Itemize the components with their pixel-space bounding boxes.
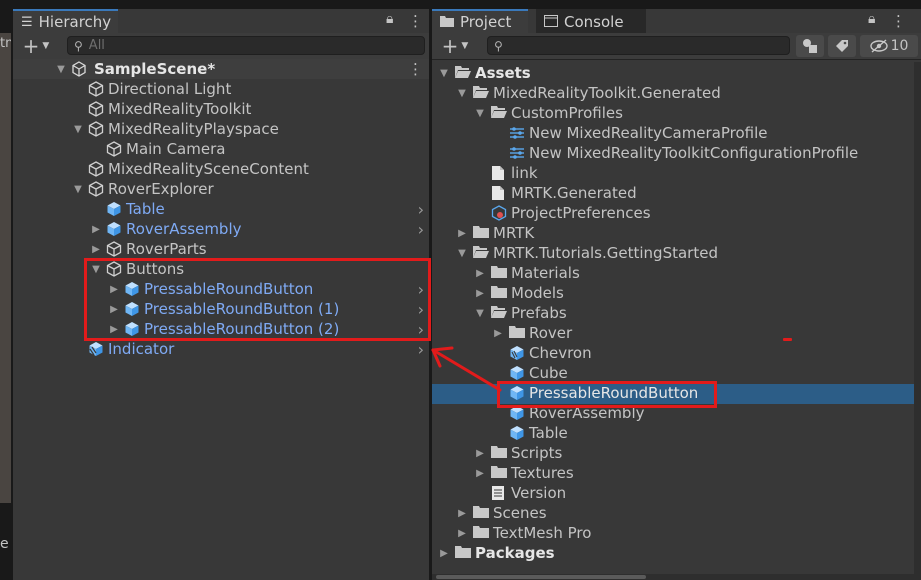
annotation-arrow	[431, 346, 502, 392]
